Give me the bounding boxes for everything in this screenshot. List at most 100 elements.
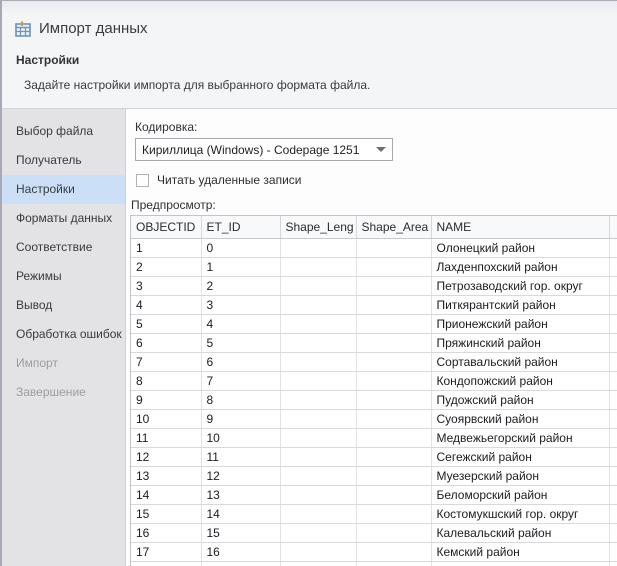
table-row[interactable]: 1211Сегежский район bbox=[131, 447, 617, 466]
sidebar-item-1[interactable]: Выбор файла bbox=[2, 117, 125, 146]
table-cell bbox=[356, 276, 431, 295]
table-cell: 18 bbox=[131, 561, 201, 566]
table-cell-filler bbox=[609, 295, 617, 314]
table-cell: Лоухский район bbox=[431, 561, 609, 566]
table-cell: 6 bbox=[201, 352, 280, 371]
table-row[interactable]: 1817 Лоухский район bbox=[131, 561, 617, 566]
sidebar-item-3[interactable]: Настройки bbox=[2, 175, 125, 204]
table-row[interactable]: 1514Костомукшский гор. округ bbox=[131, 504, 617, 523]
table-cell bbox=[356, 314, 431, 333]
table-cell: 13 bbox=[201, 485, 280, 504]
table-row[interactable]: 54Прионежский район bbox=[131, 314, 617, 333]
table-cell bbox=[280, 276, 356, 295]
import-table-icon bbox=[15, 20, 32, 37]
table-cell-filler bbox=[609, 276, 617, 295]
table-cell: Кондопожский район bbox=[431, 371, 609, 390]
table-cell: 2 bbox=[131, 257, 201, 276]
table-row[interactable]: 76Сортавальский район bbox=[131, 352, 617, 371]
table-cell: 16 bbox=[201, 542, 280, 561]
table-row[interactable]: 1615Калевальский район bbox=[131, 523, 617, 542]
column-header[interactable]: OBJECTID bbox=[131, 216, 201, 238]
sidebar-item-2[interactable]: Получатель bbox=[2, 146, 125, 175]
table-cell bbox=[356, 504, 431, 523]
table-cell-filler bbox=[609, 390, 617, 409]
table-cell: 1 bbox=[131, 238, 201, 257]
encoding-selected-value: Кириллица (Windows) - Codepage 1251 bbox=[142, 143, 370, 157]
table-cell bbox=[280, 523, 356, 542]
column-header-filler bbox=[609, 216, 617, 238]
table-cell bbox=[356, 238, 431, 257]
table-cell: 17 bbox=[201, 561, 280, 566]
table-cell: 5 bbox=[201, 333, 280, 352]
sidebar-item-8[interactable]: Обработка ошибок bbox=[2, 320, 125, 349]
table-cell-filler bbox=[609, 447, 617, 466]
table-cell: Кемский район bbox=[431, 542, 609, 561]
table-cell bbox=[356, 257, 431, 276]
sidebar-item-10: Завершение bbox=[2, 378, 125, 407]
table-cell: 8 bbox=[201, 390, 280, 409]
table-cell bbox=[356, 561, 431, 566]
sidebar-item-4[interactable]: Форматы данных bbox=[2, 204, 125, 233]
table-cell: Пудожский район bbox=[431, 390, 609, 409]
table-cell: Петрозаводский гор. округ bbox=[431, 276, 609, 295]
table-cell: Питкярантский район bbox=[431, 295, 609, 314]
table-row[interactable]: 10Олонецкий район bbox=[131, 238, 617, 257]
table-cell bbox=[280, 314, 356, 333]
column-header[interactable]: ET_ID bbox=[201, 216, 280, 238]
table-row[interactable]: 109Суоярвский район bbox=[131, 409, 617, 428]
table-cell bbox=[356, 485, 431, 504]
column-header[interactable]: Shape_Area bbox=[356, 216, 431, 238]
read-deleted-records-checkbox[interactable] bbox=[136, 174, 149, 187]
table-cell bbox=[356, 352, 431, 371]
table-cell: Муезерский район bbox=[431, 466, 609, 485]
table-row[interactable]: 1110Медвежьегорский район bbox=[131, 428, 617, 447]
table-cell: 7 bbox=[201, 371, 280, 390]
table-cell bbox=[280, 371, 356, 390]
table-cell bbox=[356, 371, 431, 390]
table-cell bbox=[280, 390, 356, 409]
table-row[interactable]: 1413Беломорский район bbox=[131, 485, 617, 504]
table-row[interactable]: 65Пряжинский район bbox=[131, 333, 617, 352]
table-header-row: OBJECTIDET_IDShape_LengShape_AreaNAME bbox=[131, 216, 617, 238]
table-cell bbox=[356, 428, 431, 447]
table-cell bbox=[280, 504, 356, 523]
table-row[interactable]: 87Кондопожский район bbox=[131, 371, 617, 390]
encoding-combobox[interactable]: Кириллица (Windows) - Codepage 1251 bbox=[135, 138, 393, 161]
table-row[interactable]: 1716Кемский район bbox=[131, 542, 617, 561]
dialog-title: Импорт данных bbox=[39, 20, 148, 37]
table-cell: 10 bbox=[201, 428, 280, 447]
dialog-header: Импорт данных Настройки Задайте настройк… bbox=[2, 1, 617, 109]
chevron-down-icon bbox=[376, 147, 386, 152]
column-header[interactable]: NAME bbox=[431, 216, 609, 238]
table-cell bbox=[280, 238, 356, 257]
table-cell: 1 bbox=[201, 257, 280, 276]
table-cell: 13 bbox=[131, 466, 201, 485]
table-row[interactable]: 1312Муезерский район bbox=[131, 466, 617, 485]
table-cell bbox=[280, 352, 356, 371]
column-header[interactable]: Shape_Leng bbox=[280, 216, 356, 238]
table-row[interactable]: 32Петрозаводский гор. округ bbox=[131, 276, 617, 295]
table-cell: 4 bbox=[131, 295, 201, 314]
sidebar-item-7[interactable]: Вывод bbox=[2, 291, 125, 320]
table-row[interactable]: 21Лахденпохский район bbox=[131, 257, 617, 276]
table-cell bbox=[280, 466, 356, 485]
table-cell-filler bbox=[609, 542, 617, 561]
sidebar-item-6[interactable]: Режимы bbox=[2, 262, 125, 291]
table-cell: 0 bbox=[201, 238, 280, 257]
table-cell: Калевальский район bbox=[431, 523, 609, 542]
preview-label: Предпросмотр: bbox=[131, 198, 617, 212]
read-deleted-records-option[interactable]: Читать удаленные записи bbox=[136, 173, 617, 187]
table-cell bbox=[280, 485, 356, 504]
table-row[interactable]: 98Пудожский район bbox=[131, 390, 617, 409]
table-cell bbox=[280, 409, 356, 428]
table-cell: Пряжинский район bbox=[431, 333, 609, 352]
read-deleted-records-label: Читать удаленные записи bbox=[157, 173, 301, 187]
table-cell-filler bbox=[609, 428, 617, 447]
sidebar-item-5[interactable]: Соответствие bbox=[2, 233, 125, 262]
table-cell: Костомукшский гор. округ bbox=[431, 504, 609, 523]
table-row[interactable]: 43Питкярантский район bbox=[131, 295, 617, 314]
table-cell-filler bbox=[609, 523, 617, 542]
preview-table: OBJECTIDET_IDShape_LengShape_AreaNAME 10… bbox=[131, 216, 617, 566]
table-cell bbox=[356, 333, 431, 352]
table-cell: 2 bbox=[201, 276, 280, 295]
